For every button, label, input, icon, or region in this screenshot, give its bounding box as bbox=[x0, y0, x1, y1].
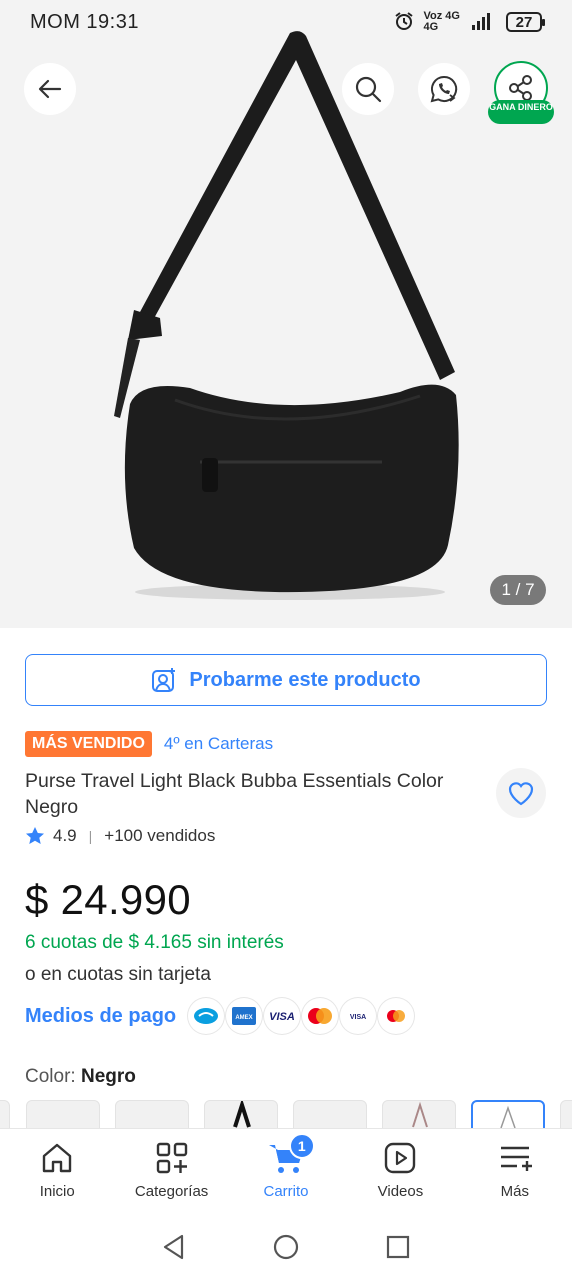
nav-cart[interactable]: 1 Carrito bbox=[229, 1129, 343, 1214]
product-image[interactable] bbox=[0, 0, 572, 628]
back-button[interactable] bbox=[24, 63, 76, 115]
color-thumbnail-selected[interactable] bbox=[471, 1100, 545, 1128]
signal-icon bbox=[470, 11, 496, 34]
color-thumbnail[interactable] bbox=[0, 1100, 10, 1128]
bottom-navigation: Inicio Categorías 1 Carrito Videos Más bbox=[0, 1128, 572, 1214]
svg-text:VISA: VISA bbox=[269, 1011, 295, 1022]
svg-text:VISA: VISA bbox=[350, 1014, 366, 1021]
alarm-icon bbox=[394, 11, 414, 34]
visa-debit-icon: VISA bbox=[340, 998, 377, 1034]
whatsapp-share-button[interactable] bbox=[418, 63, 470, 115]
svg-text:AMEX: AMEX bbox=[235, 1015, 252, 1021]
arrow-left-icon bbox=[38, 79, 62, 99]
mercadopago-icon bbox=[188, 998, 225, 1034]
color-thumbnail[interactable] bbox=[560, 1100, 572, 1128]
color-label: Color: Negro bbox=[25, 1066, 136, 1087]
heart-icon bbox=[508, 782, 534, 806]
home-icon bbox=[43, 1143, 72, 1173]
black-bag-image bbox=[114, 31, 459, 600]
system-back-icon[interactable] bbox=[160, 1233, 188, 1261]
more-icon bbox=[500, 1146, 532, 1171]
amex-icon: AMEX bbox=[226, 998, 263, 1034]
sold-count: +100 vendidos bbox=[104, 826, 216, 845]
status-time: MOM 19:31 bbox=[30, 10, 139, 33]
payment-methods-row[interactable]: Medios de pago AMEX VISA VISA bbox=[25, 998, 415, 1034]
system-recents-icon[interactable] bbox=[384, 1233, 412, 1261]
color-thumbnail[interactable] bbox=[382, 1100, 456, 1128]
nav-videos-label: Videos bbox=[377, 1183, 424, 1200]
cart-count-badge: 1 bbox=[288, 1133, 315, 1159]
payment-methods-link[interactable]: Medios de pago bbox=[25, 1005, 176, 1028]
visa-icon: VISA bbox=[264, 998, 301, 1034]
nav-cart-label: Carrito bbox=[263, 1183, 309, 1200]
color-thumbnail[interactable] bbox=[26, 1100, 100, 1128]
image-counter: 1 / 7 bbox=[490, 575, 546, 605]
product-price: $ 24.990 bbox=[25, 876, 191, 923]
network-label-2: 4G bbox=[423, 21, 439, 33]
installments-alt-text: o en cuotas sin tarjeta bbox=[25, 964, 211, 985]
badge-row: MÁS VENDIDO 4º en Carteras bbox=[25, 731, 273, 757]
rating-row[interactable]: 4.9 | +100 vendidos bbox=[25, 826, 215, 846]
category-rank-link[interactable]: 4º en Carteras bbox=[164, 734, 273, 754]
color-thumbnail[interactable] bbox=[115, 1100, 189, 1128]
try-on-button[interactable]: Probarme este producto bbox=[25, 654, 547, 706]
nav-categories-label: Categorías bbox=[134, 1183, 209, 1200]
video-icon bbox=[385, 1142, 416, 1174]
color-thumbnails bbox=[0, 1100, 572, 1128]
earn-money-badge: GANA DINERO bbox=[488, 100, 554, 124]
favorite-button[interactable] bbox=[496, 768, 546, 818]
color-value: Negro bbox=[80, 1066, 136, 1087]
nav-home[interactable]: Inicio bbox=[0, 1129, 114, 1214]
nav-categories[interactable]: Categorías bbox=[114, 1129, 228, 1214]
best-seller-badge: MÁS VENDIDO bbox=[25, 731, 152, 757]
categories-icon bbox=[156, 1142, 187, 1174]
battery-icon: 27 bbox=[506, 12, 545, 32]
color-thumbnail[interactable] bbox=[204, 1100, 278, 1128]
status-bar: MOM 19:31 Voz 4G 4G 27 bbox=[0, 0, 572, 44]
nav-more-label: Más bbox=[500, 1183, 529, 1200]
star-icon bbox=[26, 827, 44, 844]
maestro-icon bbox=[378, 998, 415, 1034]
whatsapp-icon bbox=[430, 75, 458, 103]
nav-more[interactable]: Más bbox=[458, 1129, 572, 1214]
mastercard-icon bbox=[302, 998, 339, 1034]
nav-home-label: Inicio bbox=[39, 1183, 75, 1200]
system-home-icon[interactable] bbox=[272, 1233, 300, 1261]
share-icon bbox=[509, 75, 532, 101]
search-button[interactable] bbox=[342, 63, 394, 115]
rating-value: 4.9 bbox=[53, 826, 77, 845]
color-thumbnail[interactable] bbox=[293, 1100, 367, 1128]
search-icon bbox=[355, 76, 382, 103]
system-navigation bbox=[0, 1214, 572, 1280]
nav-videos[interactable]: Videos bbox=[343, 1129, 457, 1214]
try-on-icon bbox=[152, 668, 176, 692]
product-title: Purse Travel Light Black Bubba Essential… bbox=[25, 770, 444, 818]
try-on-label: Probarme este producto bbox=[189, 668, 421, 691]
installments-text: 6 cuotas de $ 4.165 sin interés bbox=[25, 932, 284, 953]
